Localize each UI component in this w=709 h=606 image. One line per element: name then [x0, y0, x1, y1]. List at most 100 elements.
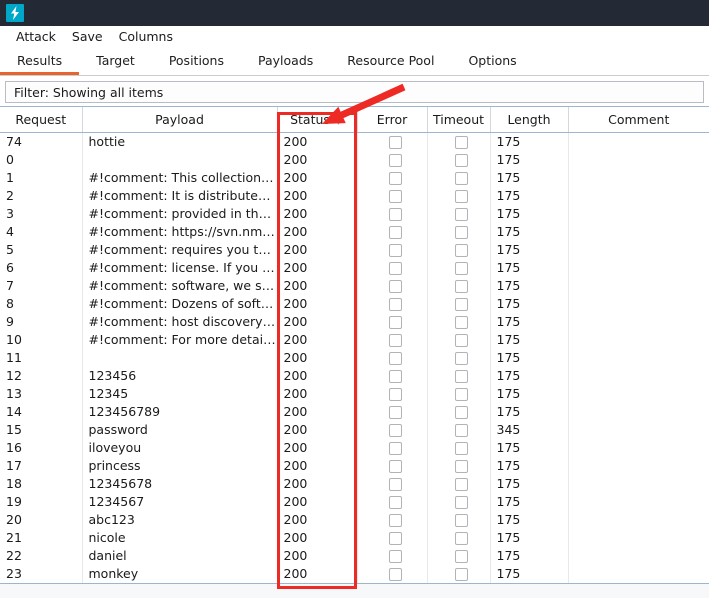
table-row[interactable]: 74 hottie 200 175	[0, 132, 709, 151]
checkbox-error[interactable]	[388, 369, 402, 383]
checkbox-timeout[interactable]	[455, 153, 468, 167]
column-header-timeout[interactable]: Timeout	[427, 107, 491, 133]
table-row[interactable]: 23 monkey 200 175	[0, 564, 709, 583]
checkbox-error[interactable]	[388, 459, 402, 473]
tab-target[interactable]: Target	[79, 49, 152, 75]
column-header-comment[interactable]: Comment	[568, 107, 709, 133]
cell-error	[357, 204, 428, 223]
tab-resource-pool[interactable]: Resource Pool	[330, 49, 451, 75]
checkbox-error[interactable]	[388, 153, 402, 167]
checkbox-error[interactable]	[388, 513, 402, 527]
table-row[interactable]: 13 12345 200 175	[0, 384, 709, 403]
checkbox-error[interactable]	[388, 297, 402, 311]
checkbox-timeout[interactable]	[455, 459, 468, 473]
column-header-payload[interactable]: Payload	[82, 107, 278, 133]
cell-comment	[568, 241, 709, 259]
checkbox-error[interactable]	[388, 567, 402, 581]
cell-status: 200	[277, 204, 358, 223]
checkbox-error[interactable]	[388, 531, 402, 545]
checkbox-timeout[interactable]	[455, 225, 468, 239]
checkbox-error[interactable]	[388, 189, 402, 203]
table-header-row: Request Payload Status Error Timeout Len…	[0, 107, 709, 133]
checkbox-timeout[interactable]	[455, 261, 468, 275]
checkbox-timeout[interactable]	[455, 315, 468, 329]
checkbox-timeout[interactable]	[455, 423, 468, 437]
checkbox-timeout[interactable]	[455, 171, 468, 185]
table-row[interactable]: 3#!comment: provided in the LIC...200 175	[0, 204, 709, 223]
checkbox-timeout[interactable]	[455, 351, 468, 365]
cell-status: 200	[277, 510, 358, 529]
tab-results[interactable]: Results	[0, 49, 80, 75]
table-row[interactable]: 21 nicole 200 175	[0, 528, 709, 547]
checkbox-timeout[interactable]	[455, 387, 468, 401]
table-row[interactable]: 12 123456 200 175	[0, 366, 709, 385]
checkbox-timeout[interactable]	[455, 567, 468, 581]
checkbox-timeout[interactable]	[455, 297, 468, 311]
table-row[interactable]: 9#!comment: host discovery, port...200 17…	[0, 312, 709, 331]
filter-bar[interactable]: Filter: Showing all items	[5, 81, 704, 103]
checkbox-error[interactable]	[388, 423, 402, 437]
table-row[interactable]: 6#!comment: license. If you wish ...200 1…	[0, 258, 709, 277]
table-row[interactable]: 17 princess 200 175	[0, 456, 709, 475]
table-row[interactable]: 2#!comment: It is distributed und...200 1…	[0, 186, 709, 205]
checkbox-error[interactable]	[388, 171, 402, 185]
table-row[interactable]: 14 123456789 200 175	[0, 402, 709, 421]
checkbox-timeout[interactable]	[455, 513, 468, 527]
table-row[interactable]: 18 12345678 200 175	[0, 474, 709, 493]
table-row[interactable]: 5#!comment: requires you to lice...200 17…	[0, 240, 709, 259]
checkbox-error[interactable]	[388, 351, 402, 365]
cell-status: 200	[277, 294, 358, 313]
checkbox-timeout[interactable]	[455, 189, 468, 203]
column-header-status[interactable]: Status	[277, 107, 358, 133]
table-row[interactable]: 19 1234567 200 175	[0, 492, 709, 511]
checkbox-timeout[interactable]	[455, 549, 468, 563]
checkbox-error[interactable]	[388, 225, 402, 239]
checkbox-timeout[interactable]	[455, 369, 468, 383]
column-header-length[interactable]: Length	[490, 107, 569, 133]
checkbox-error[interactable]	[388, 549, 402, 563]
table-row[interactable]: 7#!comment: software, we sell al...200 17…	[0, 276, 709, 295]
table-row[interactable]: 10#!comment: For more details, s...200 17…	[0, 330, 709, 349]
checkbox-error[interactable]	[388, 315, 402, 329]
checkbox-timeout[interactable]	[455, 135, 468, 149]
column-header-request[interactable]: Request	[0, 107, 83, 133]
checkbox-error[interactable]	[388, 207, 402, 221]
checkbox-timeout[interactable]	[455, 207, 468, 221]
checkbox-timeout[interactable]	[455, 333, 468, 347]
table-row[interactable]: 1#!comment: This collection of d...200 17…	[0, 168, 709, 187]
checkbox-error[interactable]	[388, 279, 402, 293]
table-row[interactable]: 0 200 175	[0, 150, 709, 169]
checkbox-timeout[interactable]	[455, 441, 468, 455]
checkbox-error[interactable]	[388, 387, 402, 401]
checkbox-timeout[interactable]	[455, 405, 468, 419]
menu-item-save[interactable]: Save	[64, 26, 111, 48]
checkbox-error[interactable]	[388, 405, 402, 419]
table-row[interactable]: 20 abc123 200 175	[0, 510, 709, 529]
checkbox-error[interactable]	[388, 477, 402, 491]
table-row[interactable]: 16 iloveyou 200 175	[0, 438, 709, 457]
checkbox-error[interactable]	[388, 441, 402, 455]
tab-positions[interactable]: Positions	[152, 49, 241, 75]
checkbox-error[interactable]	[388, 243, 402, 257]
cell-payload: #!comment: software, we sell al...	[82, 276, 278, 295]
cell-request: 12	[0, 366, 83, 385]
table-row[interactable]: 8#!comment: Dozens of software...200 175	[0, 294, 709, 313]
tab-payloads[interactable]: Payloads	[241, 49, 330, 75]
table-row[interactable]: 15 password 200 345	[0, 420, 709, 439]
tab-options[interactable]: Options	[451, 49, 533, 75]
checkbox-timeout[interactable]	[455, 279, 468, 293]
checkbox-error[interactable]	[388, 135, 402, 149]
menu-item-attack[interactable]: Attack	[8, 26, 64, 48]
table-row[interactable]: 22 daniel 200 175	[0, 546, 709, 565]
checkbox-error[interactable]	[388, 495, 402, 509]
menu-item-columns[interactable]: Columns	[111, 26, 181, 48]
checkbox-timeout[interactable]	[455, 477, 468, 491]
table-row[interactable]: 11 200 175	[0, 348, 709, 367]
checkbox-timeout[interactable]	[455, 531, 468, 545]
checkbox-error[interactable]	[388, 333, 402, 347]
checkbox-timeout[interactable]	[455, 495, 468, 509]
checkbox-error[interactable]	[388, 261, 402, 275]
table-row[interactable]: 4#!comment: https://svn.nmap.or...200 175	[0, 222, 709, 241]
checkbox-timeout[interactable]	[455, 243, 468, 257]
column-header-error[interactable]: Error	[357, 107, 428, 133]
